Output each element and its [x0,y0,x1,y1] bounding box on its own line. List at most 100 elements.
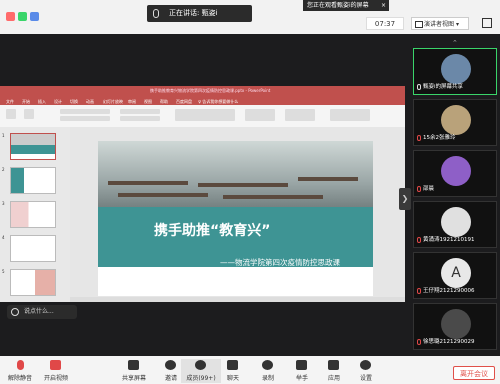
current-slide: 携手助推“教育兴” ——物流学院第四次疫情防控思政课 [98,141,373,296]
thumb-number: 5 [2,269,5,274]
ppt-ribbon-tabs: 文件 开始 插入 设计 切换 动画 幻灯片放映 审阅 视图 帮助 百度网盘 ♀ … [0,98,405,105]
desk-shape [298,177,358,181]
participant-tile[interactable]: A 王仔翔2121290006 [413,252,497,299]
grid-view-icon [415,21,423,28]
settings-button[interactable]: 设置 [346,359,386,383]
share-screen-button[interactable]: 共享屏幕 [114,359,154,383]
paragraph-row [120,116,160,121]
fullscreen-icon[interactable] [482,18,492,28]
emoji-icon[interactable] [11,308,19,316]
desk-shape [118,193,208,197]
signal-icon [30,12,39,21]
thumb-number: 4 [2,235,5,240]
participant-tile[interactable]: 徐思璐2121290029 [413,303,497,350]
classroom-photo [98,141,373,211]
paragraph-row [120,109,160,114]
participant-name-row: 徐思璐2121290029 [417,338,495,347]
settings-icon [360,360,371,370]
participant-name: 15余2张雅玲 [423,135,456,141]
font-format-row [60,116,110,121]
chat-placeholder: 说点什么... [24,308,54,315]
slide-subtitle: ——物流学院第四次疫情防控思政课 [220,258,340,267]
participant-name-row: 邵晨 [417,185,495,194]
chat-icon [227,360,238,370]
mic-muted-icon [417,338,421,345]
security-shield-icon[interactable] [18,12,27,21]
avatar: A [441,258,471,288]
chevron-down-icon: ▾ [455,21,459,28]
participant-tile[interactable]: 甄姿i的屏幕共享 [413,48,497,95]
participant-name: 王仔翔2121290006 [423,288,475,294]
record-icon [262,360,273,370]
view-mode-button[interactable]: 演讲者视图 ▾ [411,17,469,30]
participant-tile[interactable]: 黄涌涛1921210191 [413,201,497,248]
toolbar-label: 设置 [359,375,372,382]
ppt-window-title: 携手助推教育兴物流学院第四次疫情防控思政课.pptx - PowerPoint [150,88,271,93]
participant-name-row: 15余2张雅玲 [417,134,495,143]
unmute-button[interactable]: 解除静音 [0,359,40,383]
participant-tile[interactable]: 15余2张雅玲 [413,99,497,146]
close-icon[interactable]: × [381,0,386,11]
speaking-indicator: 正在讲话: 甄姿i [147,5,252,22]
share-screen-icon [128,360,139,370]
participant-tile[interactable]: 邵晨 [413,150,497,197]
meeting-toolbar: 解除静音 开启视频 共享屏幕 邀请 成员(99+) 聊天 录制 举手 应用 设置 [0,356,500,384]
mic-muted-icon [417,287,421,294]
mic-muted-icon [417,134,421,141]
slide-thumbnail [10,167,56,194]
desk-shape [223,195,323,199]
invite-icon [165,360,176,370]
thumb-number: 3 [2,201,5,206]
mic-icon [153,9,159,18]
avatar [441,156,471,186]
ppt-ribbon [0,105,405,128]
mic-muted-icon [417,185,421,192]
avatar [441,309,471,339]
editing-group [330,109,370,121]
view-mode-label: 演讲者视图 [424,21,455,28]
shapes-gallery [175,109,235,121]
video-icon [50,360,61,370]
arrange-icon [245,109,275,121]
participant-name: 徐思璐2121290029 [423,339,475,345]
slide-thumbnails: 1 2 3 4 5 [0,127,70,302]
participant-name-row: 王仔翔2121290006 [417,287,495,296]
quick-styles-icon [285,109,315,121]
paste-icon [6,109,16,119]
thumb-number: 2 [2,167,5,172]
toolbar-label: 聊天 [226,375,239,382]
toolbar-label: 开启视频 [43,375,68,382]
desk-shape [108,181,188,185]
participant-name: 甄姿i的屏幕共享 [423,84,464,90]
participant-name-row: 黄涌涛1921210191 [417,236,495,245]
participant-name: 邵晨 [423,186,435,192]
participant-name-row: 甄姿i的屏幕共享 [417,83,495,92]
avatar [441,207,471,237]
slide-thumbnail [10,235,56,262]
slide-title: 携手助推“教育兴” [154,223,271,239]
app-logo-icon [6,12,15,21]
slide-thumbnail [10,201,56,228]
chat-input-bubble[interactable]: 说点什么... [7,305,77,319]
participant-name: 黄涌涛1921210191 [423,237,475,243]
mic-muted-icon [417,236,421,243]
shared-screen[interactable]: 携手助推教育兴物流学院第四次疫情防控思政课.pptx - PowerPoint … [0,86,405,302]
members-icon [195,360,206,370]
thumb-number: 1 [2,133,5,138]
start-video-button[interactable]: 开启视频 [36,359,76,383]
mic-icon [17,360,24,370]
chevron-up-icon[interactable]: ⌃ [452,39,458,47]
leave-meeting-button[interactable]: 离开会议 [453,366,495,380]
viewing-banner: 您正在观看甄姿i的屏幕 × [303,0,389,11]
speaking-label: 正在讲话: 甄姿i [169,9,218,17]
raise-hand-icon [296,360,307,370]
viewing-label: 您正在观看甄姿i的屏幕 [307,2,369,9]
chat-button[interactable]: 聊天 [213,359,253,383]
slide-thumbnail [10,133,56,160]
apps-icon [328,360,339,370]
avatar [441,54,471,84]
slide-thumbnail [10,269,56,296]
meeting-timer: 07:37 [366,17,404,30]
participant-panel: ⌃ 甄姿i的屏幕共享 15余2张雅玲 邵晨 黄涌涛1921210191 A 王仔… [410,34,500,350]
desk-shape [198,183,288,187]
